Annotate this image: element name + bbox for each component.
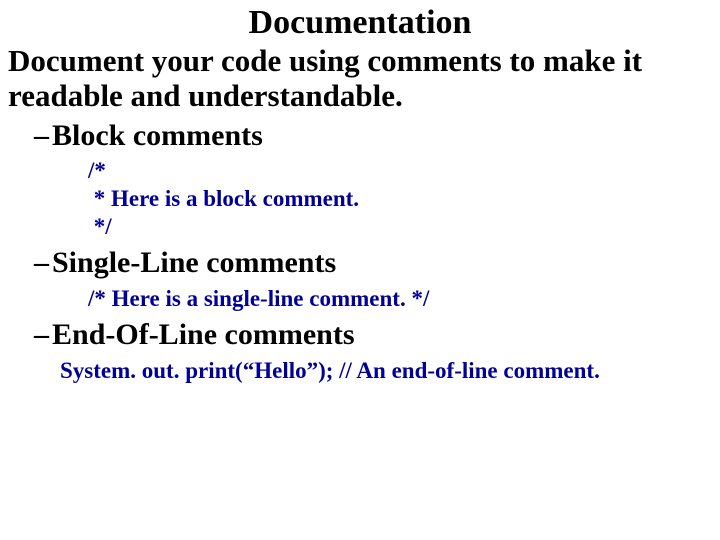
intro-text: Document your code using comments to mak… — [0, 42, 720, 113]
bullet-label: Single-Line comments — [52, 246, 336, 280]
code-single-line: /* Here is a single-line comment. */ — [0, 286, 720, 312]
bullet-block-comments: – Block comments — [0, 119, 720, 153]
dash-icon: – — [34, 119, 49, 153]
code-end-of-line: System. out. print(“Hello”); // An end-o… — [0, 358, 720, 384]
bullet-single-line: – Single-Line comments — [0, 246, 720, 280]
slide-title: Documentation — [0, 0, 720, 42]
code-block-comment: /* * Here is a block comment. */ — [0, 157, 720, 240]
dash-icon: – — [34, 246, 49, 280]
dash-icon: – — [34, 318, 49, 352]
bullet-label: End-Of-Line comments — [52, 318, 355, 352]
bullet-end-of-line: – End-Of-Line comments — [0, 318, 720, 352]
slide: Documentation Document your code using c… — [0, 0, 720, 540]
bullet-label: Block comments — [52, 119, 263, 153]
